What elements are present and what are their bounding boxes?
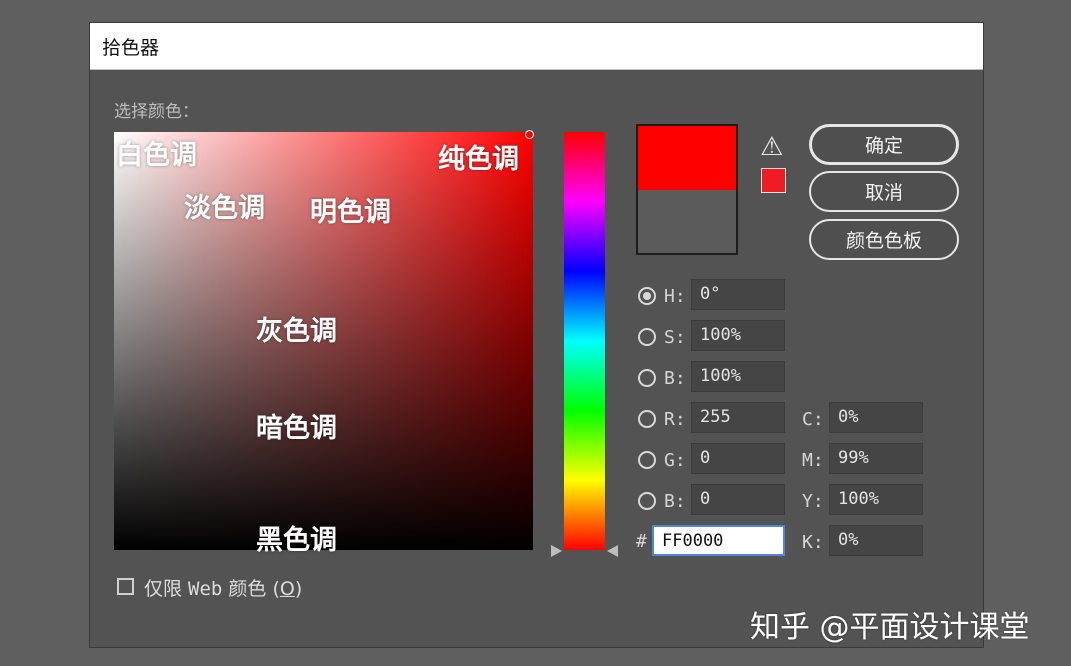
color-field-marker[interactable] <box>525 130 534 139</box>
title-bar[interactable]: 拾色器 <box>90 23 983 70</box>
color-preview <box>636 124 738 255</box>
color-picker-dialog: 拾色器 选择颜色： 白色调 纯色调 淡色调 明色调 灰色调 暗色调 黑色调 ⚠ … <box>89 22 984 648</box>
hue-slider-right-handle[interactable] <box>607 545 618 557</box>
color-field[interactable]: 白色调 纯色调 淡色调 明色调 灰色调 暗色调 黑色调 <box>114 130 534 556</box>
input-m[interactable]: 99% <box>829 443 923 474</box>
label-g: G: <box>664 450 686 471</box>
web-label-web: Web <box>188 578 223 600</box>
label-s: S: <box>664 327 686 348</box>
color-libraries-button[interactable]: 颜色色板 <box>809 219 959 260</box>
cancel-button[interactable]: 取消 <box>809 171 959 212</box>
radio-b-blue[interactable] <box>638 492 656 510</box>
zone-label-dark: 暗色调 <box>256 413 337 444</box>
new-color-swatch <box>638 126 736 190</box>
hex-input[interactable]: FF0000 <box>652 525 785 556</box>
select-color-label: 选择颜色： <box>114 102 199 122</box>
hue-slider[interactable] <box>564 132 605 550</box>
radio-r[interactable] <box>638 410 656 428</box>
web-colors-only-checkbox[interactable] <box>117 578 134 595</box>
label-h: H: <box>664 286 686 307</box>
dialog-title: 拾色器 <box>102 37 160 59</box>
web-label-shortcut: O <box>279 578 295 600</box>
warning-triangle-icon[interactable]: ⚠ <box>760 134 783 160</box>
web-colors-only-label[interactable]: 仅限 Web 颜色 (O) <box>144 574 302 601</box>
radio-g[interactable] <box>638 451 656 469</box>
hex-label: # <box>636 531 647 552</box>
input-b-brightness[interactable]: 100% <box>691 361 785 392</box>
input-h[interactable]: 0° <box>691 279 785 310</box>
current-color-swatch[interactable] <box>638 190 736 253</box>
web-label-end: ) <box>294 578 303 600</box>
input-b-blue[interactable]: 0 <box>691 484 785 515</box>
input-r[interactable]: 255 <box>691 402 785 433</box>
input-y[interactable]: 100% <box>829 484 923 515</box>
input-k[interactable]: 0% <box>829 525 923 556</box>
hue-slider-left-handle[interactable] <box>551 545 562 557</box>
zone-label-bright: 明色调 <box>310 197 391 228</box>
zone-label-white: 白色调 <box>116 140 197 171</box>
web-label-suffix: 颜色 ( <box>222 578 280 600</box>
label-b-blue: B: <box>664 491 686 512</box>
gamut-warning-swatch[interactable] <box>761 168 786 193</box>
input-s[interactable]: 100% <box>691 320 785 351</box>
label-r: R: <box>664 409 686 430</box>
zone-label-pale: 淡色调 <box>184 193 265 224</box>
label-m: M: <box>802 450 824 471</box>
radio-s[interactable] <box>638 328 656 346</box>
zone-label-gray: 灰色调 <box>256 316 337 347</box>
radio-h[interactable] <box>638 287 656 305</box>
input-c[interactable]: 0% <box>829 402 923 433</box>
web-label-prefix: 仅限 <box>144 578 189 600</box>
zone-label-pure: 纯色调 <box>438 144 519 175</box>
ok-button[interactable]: 确定 <box>809 124 959 165</box>
watermark-text: 知乎 @平面设计课堂 <box>750 610 1030 645</box>
label-b-brightness: B: <box>664 368 686 389</box>
input-g[interactable]: 0 <box>691 443 785 474</box>
label-k: K: <box>802 532 824 553</box>
label-c: C: <box>802 409 824 430</box>
radio-b-brightness[interactable] <box>638 369 656 387</box>
zone-label-black: 黑色调 <box>256 525 337 556</box>
label-y: Y: <box>802 491 824 512</box>
